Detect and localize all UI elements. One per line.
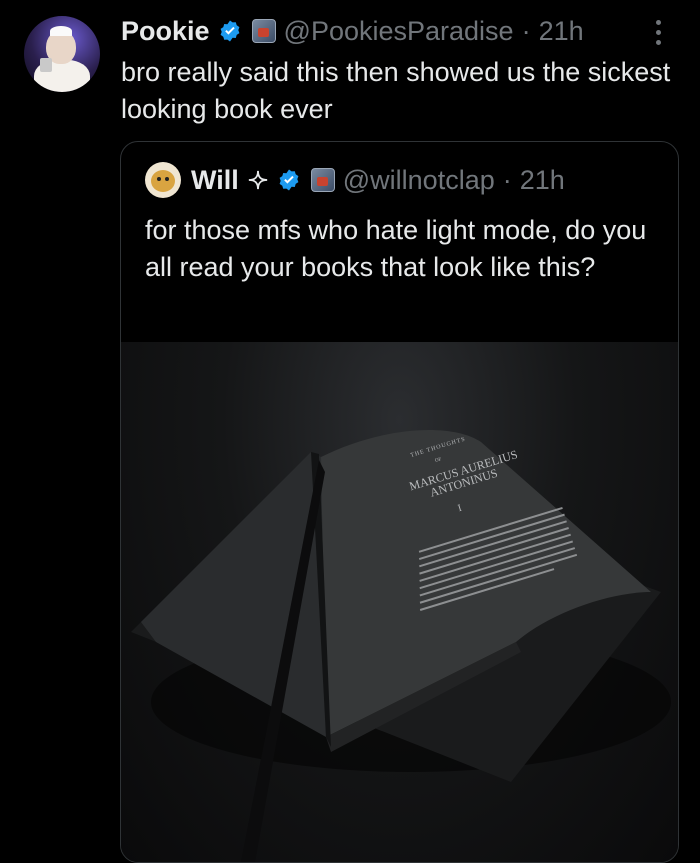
affiliate-badge-icon [251, 19, 276, 43]
quoted-timestamp[interactable]: 21h [520, 165, 565, 196]
quoted-text: for those mfs who hate light mode, do yo… [145, 215, 647, 282]
quoted-author-name[interactable]: Will [191, 165, 239, 196]
verified-badge-icon [220, 20, 239, 42]
separator: · [521, 15, 531, 46]
sparkle-icon [248, 170, 267, 190]
quoted-tweet-card[interactable]: Will @willnotclap · 21h for those mfs wh… [120, 141, 679, 863]
open-book-image: THE THOUGHTS OF MARCUS AURELIUS ANTONINU… [131, 430, 671, 862]
author-name[interactable]: Pookie [121, 16, 210, 47]
quoted-avatar[interactable] [145, 162, 181, 198]
quoted-author-handle[interactable]: @willnotclap [343, 165, 495, 196]
tweet-text: bro really said this then showed us the … [121, 57, 671, 124]
affiliate-badge-icon [310, 168, 335, 192]
verified-badge-icon [279, 169, 299, 191]
book-photo[interactable]: THE THOUGHTS OF MARCUS AURELIUS ANTONINU… [121, 342, 678, 862]
tweet-header: Pookie @PookiesParadise · 21h [121, 14, 584, 48]
quoted-header: Will @willnotclap · 21h [145, 162, 565, 198]
more-options-icon[interactable] [653, 20, 663, 50]
author-handle[interactable]: @PookiesParadise [284, 16, 514, 47]
timestamp[interactable]: 21h [539, 16, 584, 47]
separator: · [502, 164, 512, 195]
author-avatar[interactable] [24, 16, 100, 92]
